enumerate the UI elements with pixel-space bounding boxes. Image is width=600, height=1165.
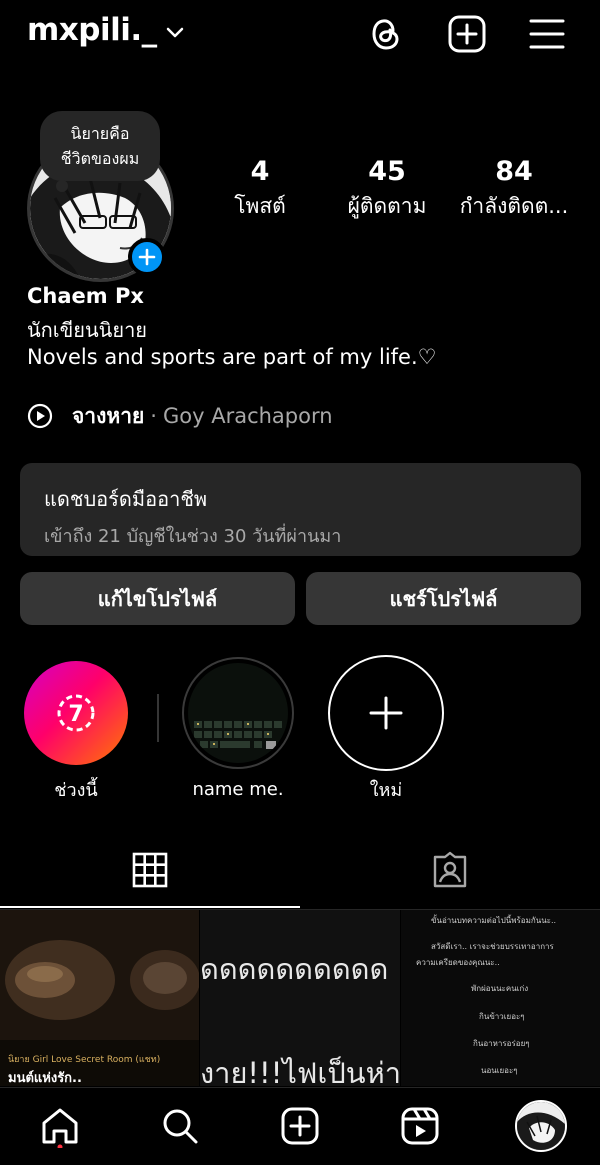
post-text-line: สวัสดีเรา.. เราจะช่วยบรรเทาอาการ [431, 942, 554, 951]
post-caption-small: นิยาย Girl Love Secret Room (แชท) [8, 1055, 161, 1065]
posts-label: โพสต์ [234, 194, 286, 218]
profile-note[interactable]: นิยายคือ ชีวิตของผม [40, 111, 160, 181]
music-song: จางหาย [72, 403, 145, 428]
professional-dashboard[interactable]: แดชบอร์ดมืออาชีพ เข้าถึง 21 บัญชีในช่วง … [20, 463, 581, 556]
followers-label: ผู้ติดตาม [347, 194, 427, 218]
dashboard-title: แดชบอร์ดมืออาชีพ [44, 487, 208, 511]
tagged-icon[interactable] [431, 851, 469, 889]
highlight-new[interactable]: ใหม่ [326, 655, 446, 804]
svg-text:7: 7 [68, 702, 83, 727]
top-bar: mxpili._ [0, 0, 600, 66]
posts-stat[interactable]: 4 โพสต์ [220, 155, 300, 223]
plus-square-icon[interactable] [447, 14, 487, 54]
highlight-label: ช่วงนี้ [54, 780, 98, 801]
post-text-line: งาย!!!ไฟเป็นห่า [200, 1056, 400, 1086]
new-highlight-circle [328, 655, 444, 771]
highlight-cover [182, 657, 294, 769]
play-circle-icon [27, 403, 53, 429]
username[interactable]: mxpili._ [27, 12, 157, 48]
dashboard-subtitle: เข้าถึง 21 บัญชีในช่วง 30 วันที่ผ่านมา [44, 526, 342, 547]
highlight-divider [157, 694, 159, 742]
grid-icon[interactable] [132, 852, 168, 888]
highlight-recent[interactable]: 7 ช่วงนี้ [16, 661, 136, 804]
highlight-label: name me. [192, 779, 284, 800]
profile-tab-avatar[interactable] [515, 1100, 567, 1152]
search-icon[interactable] [160, 1106, 200, 1146]
post-thumbnail[interactable]: ดดดดดดดดดด งาย!!!ไฟเป็นห่า [200, 910, 400, 1086]
highlight-name-me[interactable]: name me. [178, 657, 298, 800]
highlight-cover: 7 [24, 661, 128, 765]
share-profile-button[interactable]: แชร์โปรไฟล์ [306, 572, 581, 625]
following-label: กำลังติดต... [459, 194, 569, 218]
post-text-line: ขั้นอ่านบทความต่อไปนี้พร้อมกันนะ.. [431, 916, 557, 925]
post-text-line: นอนเยอะๆ [481, 1066, 518, 1075]
add-story-button[interactable] [128, 238, 166, 276]
following-count: 84 [495, 156, 533, 187]
posts-grid: นิยาย Girl Love Secret Room (แชท) มนต์แห… [0, 910, 600, 1086]
post-thumbnail[interactable]: นิยาย Girl Love Secret Room (แชท) มนต์แห… [0, 910, 199, 1086]
threads-icon[interactable] [366, 14, 406, 54]
bio-text: Novels and sports are part of my life.♡ [27, 345, 437, 369]
posts-count: 4 [250, 156, 270, 187]
profile-category: นักเขียนนิยาย [27, 318, 148, 342]
post-text-line: ความเครียดของคุณนะ.. [416, 958, 500, 967]
chevron-down-icon[interactable] [165, 22, 185, 42]
profile-music[interactable]: จางหาย · Goy Arachaporn [27, 402, 333, 430]
plus-icon [369, 696, 403, 730]
home-icon[interactable] [40, 1106, 80, 1148]
keyboard-thumbnail-icon [188, 663, 288, 763]
recent-7-icon: 7 [57, 694, 95, 732]
edit-profile-button[interactable]: แก้ไขโปรไฟล์ [20, 572, 295, 625]
post-thumbnail[interactable]: ขั้นอ่านบทความต่อไปนี้พร้อมกันนะ.. สวัสด… [401, 910, 600, 1086]
display-name: Chaem Px [27, 284, 144, 308]
hamburger-icon[interactable] [527, 14, 567, 54]
music-artist: Goy Arachaporn [162, 404, 333, 428]
active-tab-indicator [0, 906, 300, 908]
plus-icon [138, 248, 156, 266]
followers-count: 45 [368, 156, 406, 187]
highlight-label: ใหม่ [369, 780, 403, 801]
avatar-image [517, 1102, 565, 1150]
bottom-navigation [0, 1087, 600, 1165]
reels-icon[interactable] [400, 1106, 440, 1146]
note-line-2: ชีวิตของผม [60, 149, 140, 168]
post-caption: มนต์แห่งรัก.. [8, 1071, 82, 1086]
followers-stat[interactable]: 45 ผู้ติดตาม [318, 155, 456, 223]
post-text-line: กินอาหารอร่อยๆ [473, 1039, 530, 1048]
post-text-line: พักผ่อนนะคนเก่ง [471, 984, 529, 993]
note-line-1: นิยายคือ [70, 124, 130, 143]
profile-tabs [0, 838, 600, 910]
following-stat[interactable]: 84 กำลังติดต... [454, 155, 574, 223]
post-text-line: กินข้าวเยอะๆ [479, 1012, 525, 1021]
note-bubble-tail [56, 180, 68, 192]
create-post-icon[interactable] [280, 1106, 320, 1146]
post-text-line: ดดดดดดดดดด [200, 952, 389, 986]
music-separator: · [150, 404, 157, 428]
